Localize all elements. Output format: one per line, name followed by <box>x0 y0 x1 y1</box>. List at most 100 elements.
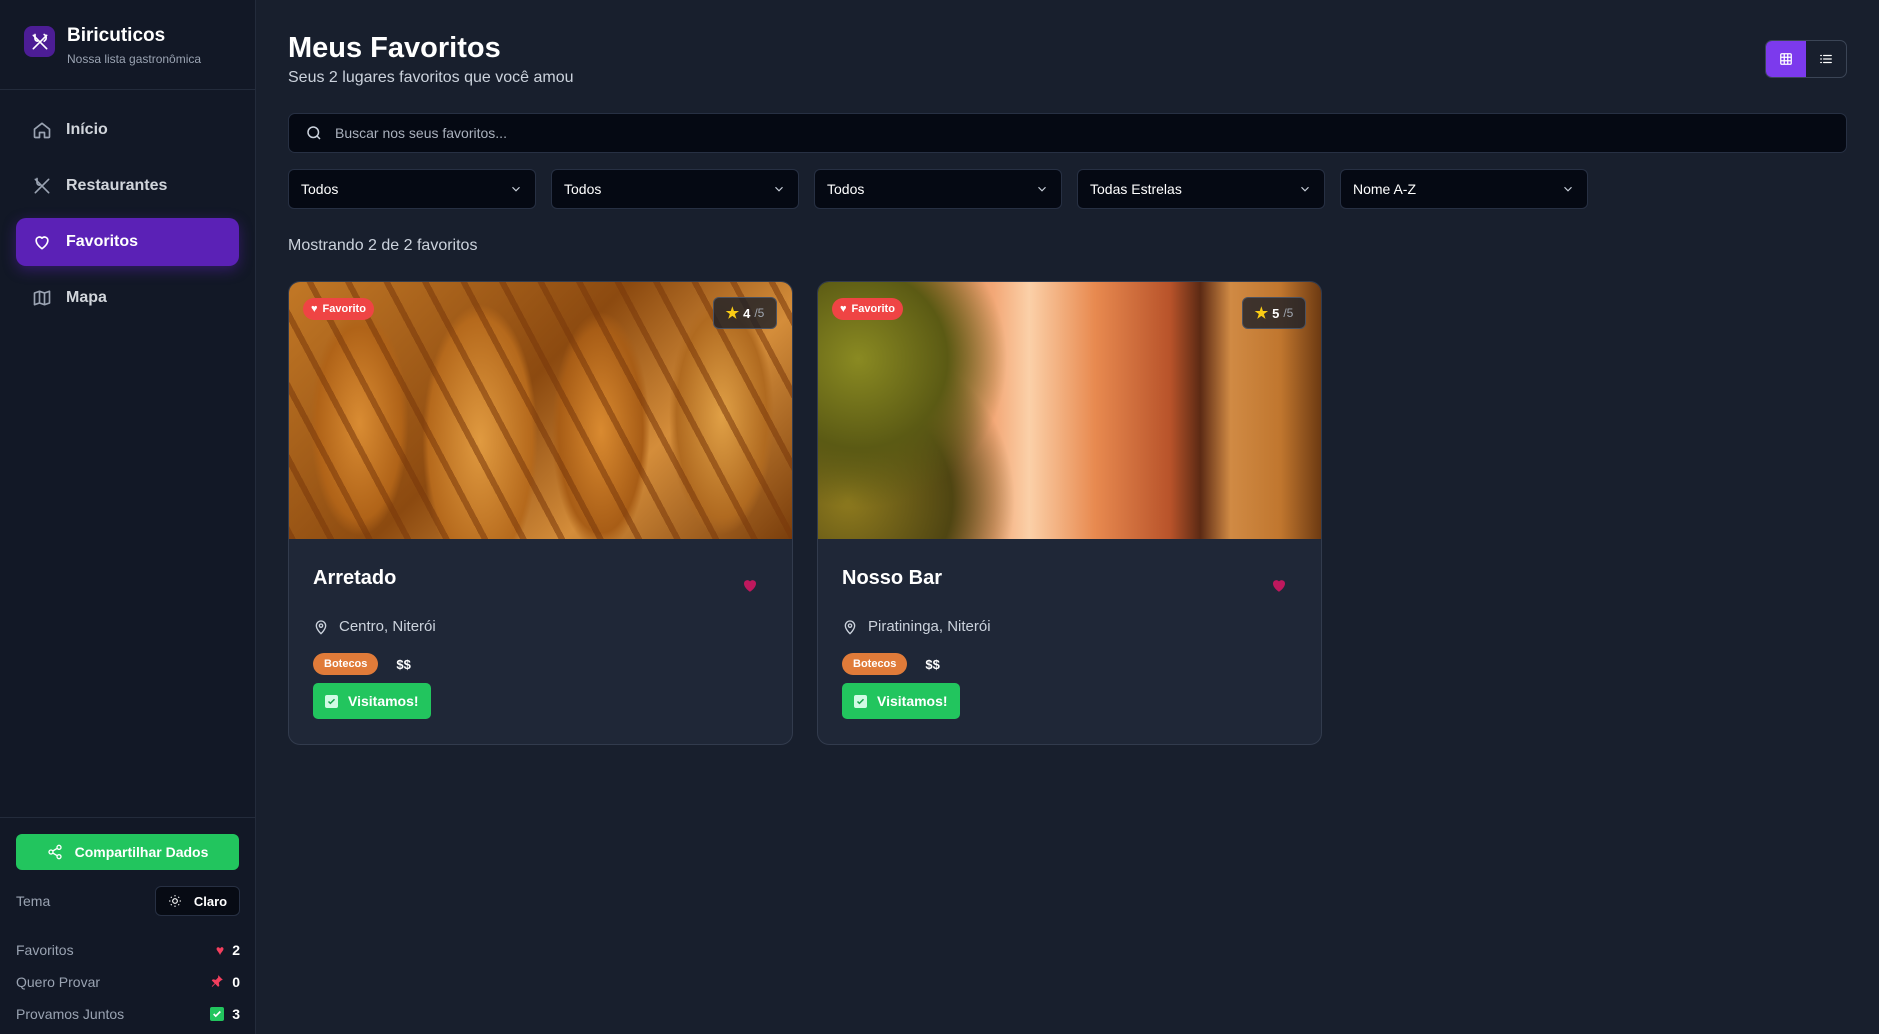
heart-icon: ♥ <box>215 942 225 958</box>
favorite-badge: ♥ Favorito <box>303 298 374 320</box>
filter-select-2[interactable]: Todos <box>551 169 799 209</box>
stat-value: 2 <box>232 942 240 958</box>
visited-label: Visitamos! <box>877 693 948 709</box>
rating-badge: ★ 5/5 <box>1242 297 1306 329</box>
sidebar-item-mapa[interactable]: Mapa <box>16 274 239 322</box>
restaurant-photo: ♥ Favorito ★ 4/5 <box>289 282 792 539</box>
theme-label: Tema <box>16 893 51 909</box>
stat-label: Favoritos <box>16 942 74 958</box>
card-tags: Botecos $$ <box>313 653 411 675</box>
stat-provamos-juntos: Provamos Juntos 3 <box>16 998 240 1030</box>
favorite-badge-label: Favorito <box>322 303 366 315</box>
filter-select-sort[interactable]: Nome A-Z <box>1340 169 1588 209</box>
brand: Biricuticos Nossa lista gastronômica <box>0 0 255 90</box>
filter-value: Nome A-Z <box>1353 181 1417 197</box>
sidebar-item-inicio[interactable]: Início <box>16 106 239 154</box>
list-view-button[interactable] <box>1806 41 1846 77</box>
sidebar-item-label: Favoritos <box>66 233 139 250</box>
star-icon: ★ <box>725 305 740 322</box>
filter-value: Todas Estrelas <box>1090 181 1182 197</box>
filter-select-1[interactable]: Todos <box>288 169 536 209</box>
check-icon <box>854 694 867 708</box>
list-icon <box>1819 52 1833 66</box>
visited-button[interactable]: Visitamos! <box>842 683 960 719</box>
price-level: $$ <box>925 656 940 672</box>
sidebar-item-label: Restaurantes <box>66 177 168 194</box>
rating-value: 4 <box>743 305 751 321</box>
star-icon: ★ <box>1254 305 1269 322</box>
theme-row: Tema Claro <box>16 886 240 916</box>
sidebar-item-favoritos[interactable]: Favoritos <box>16 218 239 266</box>
card-tags: Botecos $$ <box>842 653 940 675</box>
chevron-down-icon <box>1561 182 1575 196</box>
favorite-badge-label: Favorito <box>851 303 895 315</box>
map-icon <box>32 288 52 308</box>
chevron-down-icon <box>509 182 523 196</box>
visited-button[interactable]: Visitamos! <box>313 683 431 719</box>
main-content: Meus Favoritos Seus 2 lugares favoritos … <box>288 0 1847 1034</box>
filter-select-3[interactable]: Todos <box>814 169 1062 209</box>
stat-label: Quero Provar <box>16 974 101 990</box>
rating-max: /5 <box>1283 306 1294 320</box>
heart-icon[interactable] <box>1270 576 1288 594</box>
rating-value: 5 <box>1272 305 1280 321</box>
stat-quero-provar: Quero Provar 0 <box>16 966 240 998</box>
heart-icon <box>32 232 52 252</box>
chevron-down-icon <box>772 182 786 196</box>
share-data-button[interactable]: Compartilhar Dados <box>16 834 239 870</box>
restaurant-card[interactable]: ♥ Favorito ★ 5/5 Nosso Bar Piratininga, Ni… <box>817 281 1322 745</box>
filters-row: Todos Todos Todos Todas Estrelas Nome A-… <box>288 169 1588 209</box>
sidebar-item-label: Mapa <box>66 289 107 306</box>
location-text: Centro, Niterói <box>339 618 436 635</box>
favorite-badge: ♥ Favorito <box>832 298 903 320</box>
filter-select-stars[interactable]: Todas Estrelas <box>1077 169 1325 209</box>
search-bar <box>288 113 1847 153</box>
restaurant-location: Piratininga, Niterói <box>842 618 991 635</box>
check-icon <box>210 1007 225 1021</box>
check-icon <box>325 694 338 708</box>
sun-icon <box>168 894 182 908</box>
filter-value: Todos <box>827 181 865 197</box>
heart-icon: ♥ <box>840 303 847 315</box>
restaurant-name: Arretado <box>313 567 397 589</box>
visited-label: Visitamos! <box>348 693 419 709</box>
app-tagline: Nossa lista gastronômica <box>67 52 202 66</box>
category-tag: Botecos <box>842 653 908 675</box>
search-input[interactable] <box>335 125 1735 141</box>
category-tag: Botecos <box>313 653 379 675</box>
sidebar: Biricuticos Nossa lista gastronômica Iní… <box>0 0 256 1034</box>
sidebar-item-restaurantes[interactable]: Restaurantes <box>16 162 239 210</box>
filter-value: Todos <box>301 181 339 197</box>
restaurant-name: Nosso Bar <box>842 567 943 589</box>
search-icon <box>305 124 323 142</box>
restaurant-photo: ♥ Favorito ★ 5/5 <box>818 282 1321 539</box>
chevron-down-icon <box>1298 182 1312 196</box>
stat-value: 0 <box>232 974 240 990</box>
share-data-label: Compartilhar Dados <box>74 844 209 860</box>
theme-toggle-button[interactable]: Claro <box>155 886 240 916</box>
rating-max: /5 <box>754 306 765 320</box>
price-level: $$ <box>396 656 411 672</box>
grid-view-button[interactable] <box>1766 41 1806 77</box>
rating-badge: ★ 4/5 <box>713 297 777 329</box>
restaurant-location: Centro, Niterói <box>313 618 436 635</box>
map-pin-icon <box>842 619 858 635</box>
app-name: Biricuticos <box>67 25 166 46</box>
utensils-icon <box>24 26 55 57</box>
pin-icon <box>210 974 224 991</box>
map-pin-icon <box>313 619 329 635</box>
filter-value: Todos <box>564 181 602 197</box>
chevron-down-icon <box>1035 182 1049 196</box>
restaurant-card[interactable]: ♥ Favorito ★ 4/5 Arretado Centro, Niterói … <box>288 281 793 745</box>
stat-value: 3 <box>232 1006 240 1022</box>
view-toggle <box>1765 40 1847 78</box>
page-subtitle: Seus 2 lugares favoritos que você amou <box>288 69 574 86</box>
heart-icon: ♥ <box>311 303 318 315</box>
sidebar-nav: Início Restaurantes Favoritos Mapa <box>0 90 255 322</box>
utensils-icon <box>32 176 52 196</box>
share-icon <box>47 844 63 860</box>
heart-icon[interactable] <box>741 576 759 594</box>
results-count: Mostrando 2 de 2 favoritos <box>288 237 478 254</box>
favorites-grid: ♥ Favorito ★ 4/5 Arretado Centro, Niterói … <box>288 281 1322 745</box>
sidebar-footer: Compartilhar Dados Tema Claro Favoritos … <box>0 817 256 1030</box>
